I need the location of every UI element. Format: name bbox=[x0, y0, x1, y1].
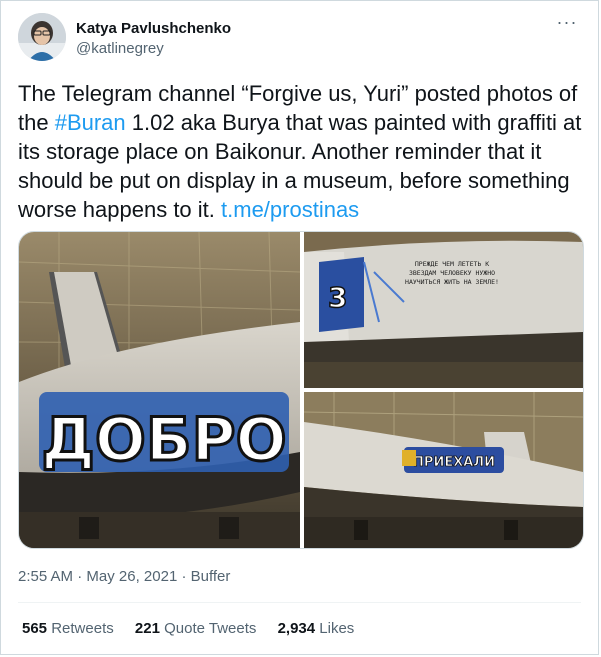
media-grid: ДОБРО 3 ПРЕЖДЕ ЧЕМ ЛЕТЕТЬ К ЗВЕЗДАМ ЧЕЛО… bbox=[18, 231, 584, 549]
divider bbox=[18, 602, 581, 603]
more-options-button[interactable]: ··· bbox=[556, 12, 578, 37]
tweet-meta: 2:55 AM · May 26, 2021 · Buffer bbox=[18, 567, 230, 587]
svg-text:3: 3 bbox=[328, 281, 347, 314]
meta-separator: · bbox=[73, 568, 87, 585]
telegram-link[interactable]: t.me/prostinas bbox=[221, 197, 359, 222]
retweets-label: Retweets bbox=[51, 620, 114, 637]
tweet-time[interactable]: 2:55 AM bbox=[18, 568, 73, 585]
photo-buran-slogan[interactable]: 3 ПРЕЖДЕ ЧЕМ ЛЕТЕТЬ К ЗВЕЗДАМ ЧЕЛОВЕКУ Н… bbox=[304, 232, 583, 388]
retweets-stat[interactable]: 565 Retweets bbox=[22, 620, 114, 637]
quote-tweets-count: 221 bbox=[134, 620, 160, 637]
tweet-source[interactable]: Buffer bbox=[191, 568, 231, 585]
meta-separator: · bbox=[177, 568, 191, 585]
likes-label: Likes bbox=[319, 620, 355, 637]
tweet-header: Katya Pavlushchenko @katlinegrey ··· bbox=[18, 13, 584, 65]
more-dots-icon: ··· bbox=[556, 12, 578, 32]
graffiti-dobro: ДОБРО bbox=[41, 405, 286, 475]
quote-tweets-stat[interactable]: 221 Quote Tweets bbox=[135, 620, 256, 637]
display-name[interactable]: Katya Pavlushchenko bbox=[76, 19, 231, 39]
tweet-card: Katya Pavlushchenko @katlinegrey ··· The… bbox=[0, 0, 599, 655]
tweet-stats: 565 Retweets 221 Quote Tweets 2,934 Like… bbox=[22, 619, 371, 639]
photo-buran-dobro[interactable]: ДОБРО bbox=[19, 232, 300, 548]
likes-stat[interactable]: 2,934 Likes bbox=[278, 620, 355, 637]
author-block: Katya Pavlushchenko @katlinegrey bbox=[76, 19, 231, 59]
graffiti-slogan: ПРЕЖДЕ ЧЕМ ЛЕТЕТЬ К ЗВЕЗДАМ ЧЕЛОВЕКУ НУЖ… bbox=[405, 260, 499, 286]
tweet-text: The Telegram channel “Forgive us, Yuri” … bbox=[18, 79, 588, 224]
tweet-date[interactable]: May 26, 2021 bbox=[86, 568, 177, 585]
hashtag-link[interactable]: #Buran bbox=[55, 110, 126, 135]
graffiti-priekhali: ПРИЕХАЛИ bbox=[413, 455, 495, 470]
retweets-count: 565 bbox=[22, 620, 48, 637]
photo-buran-priekhali[interactable]: ПРИЕХАЛИ bbox=[304, 392, 583, 548]
avatar[interactable] bbox=[18, 13, 66, 61]
likes-count: 2,934 bbox=[277, 620, 316, 637]
quote-tweets-label: Quote Tweets bbox=[164, 620, 257, 637]
user-handle[interactable]: @katlinegrey bbox=[76, 39, 231, 59]
